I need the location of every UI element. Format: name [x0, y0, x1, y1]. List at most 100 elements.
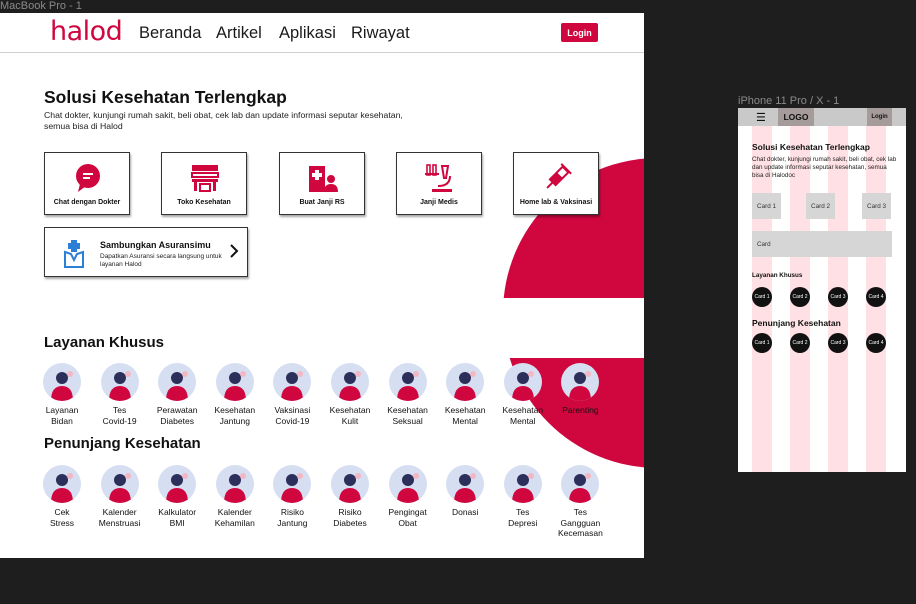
layanan-label-line: Jantung	[219, 415, 250, 426]
layanan-label: Kesehatan Kulit	[320, 405, 380, 426]
chevron-right-icon[interactable]	[229, 244, 239, 258]
illustration-icon	[331, 465, 369, 503]
penunjang-item[interactable]: Cek Stress	[32, 465, 92, 528]
mobile-penunjang-dot-2[interactable]: Card 2	[790, 333, 810, 353]
penunjang-label-line: Kalender	[217, 507, 252, 517]
illustration-icon	[388, 465, 427, 503]
mobile-logo[interactable]: LOGO	[778, 108, 814, 126]
section-title-layanan: Layanan Khusus	[44, 334, 165, 351]
mobile-layanan-dot-4[interactable]: Card 4	[866, 287, 886, 307]
layanan-item[interactable]: Kesehatan Mental	[435, 363, 495, 426]
layanan-label-line: Seksual	[392, 415, 423, 426]
blob-mask	[480, 298, 644, 358]
layanan-item[interactable]: Kesehatan Kulit	[320, 363, 380, 426]
penunjang-item[interactable]: Kalender Kehamilan	[205, 465, 265, 528]
service-card-homelab[interactable]: Home lab & Vaksinasi	[513, 152, 599, 215]
insurance-title: Sambungkan Asuransimu	[100, 240, 211, 250]
service-card-medical[interactable]: Janji Medis	[396, 152, 482, 215]
login-button[interactable]: Login	[561, 23, 598, 42]
penunjang-label: Tes Depresi	[493, 507, 553, 528]
layanan-item[interactable]: Kesehatan Mental	[493, 363, 553, 426]
nav-aplikasi[interactable]: Aplikasi	[279, 24, 336, 43]
penunjang-item[interactable]: Pengingat Obat	[378, 465, 438, 528]
penunjang-label-line: Kehamilan	[214, 517, 255, 528]
illustration-icon	[43, 363, 81, 401]
mobile-layanan-dot-1[interactable]: Card 1	[752, 287, 772, 307]
penunjang-label-line: Kecemasan	[557, 528, 603, 538]
section-title-penunjang: Penunjang Kesehatan	[44, 435, 201, 452]
penunjang-label-line: Stress	[49, 517, 75, 528]
penunjang-item[interactable]: Tes Gangguan Kecemasan	[550, 465, 610, 539]
nav-beranda[interactable]: Beranda	[139, 24, 201, 43]
penunjang-label-line: Pengingat	[388, 507, 427, 517]
service-card-chat[interactable]: Chat dengan Dokter	[44, 152, 130, 215]
layanan-label-line: Kesehatan	[214, 405, 256, 415]
layanan-label-line: Parenting	[562, 405, 599, 415]
layanan-label-line: Kulit	[341, 415, 359, 426]
mobile-login-button[interactable]: Login	[867, 108, 892, 126]
layanan-label-line: Covid-19	[275, 415, 310, 426]
logo[interactable]: halod	[50, 16, 123, 47]
layanan-label: Kesehatan Jantung	[205, 405, 265, 426]
mobile-penunjang-dot-1[interactable]: Card 1	[752, 333, 772, 353]
layanan-item[interactable]: Parenting	[550, 363, 610, 416]
hero-description: Chat dokter, kunjungi rumah sakit, beli …	[44, 110, 403, 131]
illustration-icon	[158, 363, 197, 401]
layanan-label-line: Mental	[452, 415, 478, 426]
penunjang-label-line: Tes	[516, 507, 530, 517]
penunjang-item[interactable]: Tes Depresi	[493, 465, 553, 528]
penunjang-label-line: Kalender	[102, 507, 137, 517]
illustration-icon	[331, 363, 369, 401]
layanan-item[interactable]: Perawatan Diabetes	[147, 363, 207, 426]
mobile-wide-card[interactable]: Card	[752, 231, 892, 257]
service-card-hospital[interactable]: Buat Janji RS	[279, 152, 365, 215]
navbar: halod Beranda Artikel Aplikasi Riwayat L…	[0, 13, 644, 53]
layanan-label: Tes Covid-19	[90, 405, 150, 426]
layanan-label-line: Kesehatan	[444, 405, 486, 415]
layanan-label-line: Bidan	[51, 415, 73, 426]
penunjang-item[interactable]: Kalender Menstruasi	[90, 465, 150, 528]
illustration-icon	[273, 465, 312, 503]
layanan-label: Vaksinasi Covid-19	[262, 405, 322, 426]
illustration-icon	[446, 465, 485, 503]
mobile-layanan-dot-3[interactable]: Card 3	[828, 287, 848, 307]
penunjang-item[interactable]: Risiko Diabetes	[320, 465, 380, 528]
store-icon	[191, 165, 219, 192]
mobile-penunjang-dot-4[interactable]: Card 4	[866, 333, 886, 353]
insurance-card[interactable]: Sambungkan Asuransimu Dapatkan Asuransi …	[44, 227, 248, 277]
service-card-label: Janji Medis	[420, 199, 458, 206]
penunjang-label: Kalender Kehamilan	[205, 507, 265, 528]
nav-artikel[interactable]: Artikel	[216, 24, 262, 43]
layanan-item[interactable]: Tes Covid-19	[90, 363, 150, 426]
service-card-label: Home lab & Vaksinasi	[519, 199, 593, 206]
penunjang-label-line: Obat	[398, 517, 417, 528]
layanan-item[interactable]: Kesehatan Seksual	[378, 363, 438, 426]
illustration-icon	[388, 363, 427, 401]
penunjang-item[interactable]: Kalkulator BMI	[147, 465, 207, 528]
mobile-frame-label: iPhone 11 Pro / X - 1	[738, 95, 840, 107]
layanan-label: Layanan Bidan	[32, 405, 92, 426]
nav-riwayat[interactable]: Riwayat	[351, 24, 410, 43]
illustration-icon	[503, 363, 542, 401]
illustration-icon	[158, 465, 197, 503]
mobile-penunjang-dot-3[interactable]: Card 3	[828, 333, 848, 353]
mobile-card-1[interactable]: Card 1	[752, 193, 781, 219]
mobile-layanan-dot-2[interactable]: Card 2	[790, 287, 810, 307]
penunjang-item[interactable]: Risiko Jantung	[262, 465, 322, 528]
service-card-store[interactable]: Toko Kesehatan	[161, 152, 247, 215]
penunjang-label-line: Jantung	[277, 517, 308, 528]
hamburger-icon[interactable]: ☰	[756, 111, 766, 124]
illustration-icon	[100, 465, 139, 503]
penunjang-item[interactable]: Donasi	[435, 465, 495, 518]
layanan-item[interactable]: Kesehatan Jantung	[205, 363, 265, 426]
microscope-icon	[425, 164, 452, 192]
service-card-label: Buat Janji RS	[299, 199, 345, 206]
penunjang-label: Tes Gangguan Kecemasan	[550, 507, 610, 539]
chat-bubble-icon	[76, 164, 100, 192]
layanan-item[interactable]: Layanan Bidan	[32, 363, 92, 426]
layanan-item[interactable]: Vaksinasi Covid-19	[262, 363, 322, 426]
mobile-card-2[interactable]: Card 2	[806, 193, 835, 219]
mobile-card-3[interactable]: Card 3	[862, 193, 891, 219]
penunjang-label: Donasi	[435, 507, 495, 518]
penunjang-label: Pengingat Obat	[378, 507, 438, 528]
